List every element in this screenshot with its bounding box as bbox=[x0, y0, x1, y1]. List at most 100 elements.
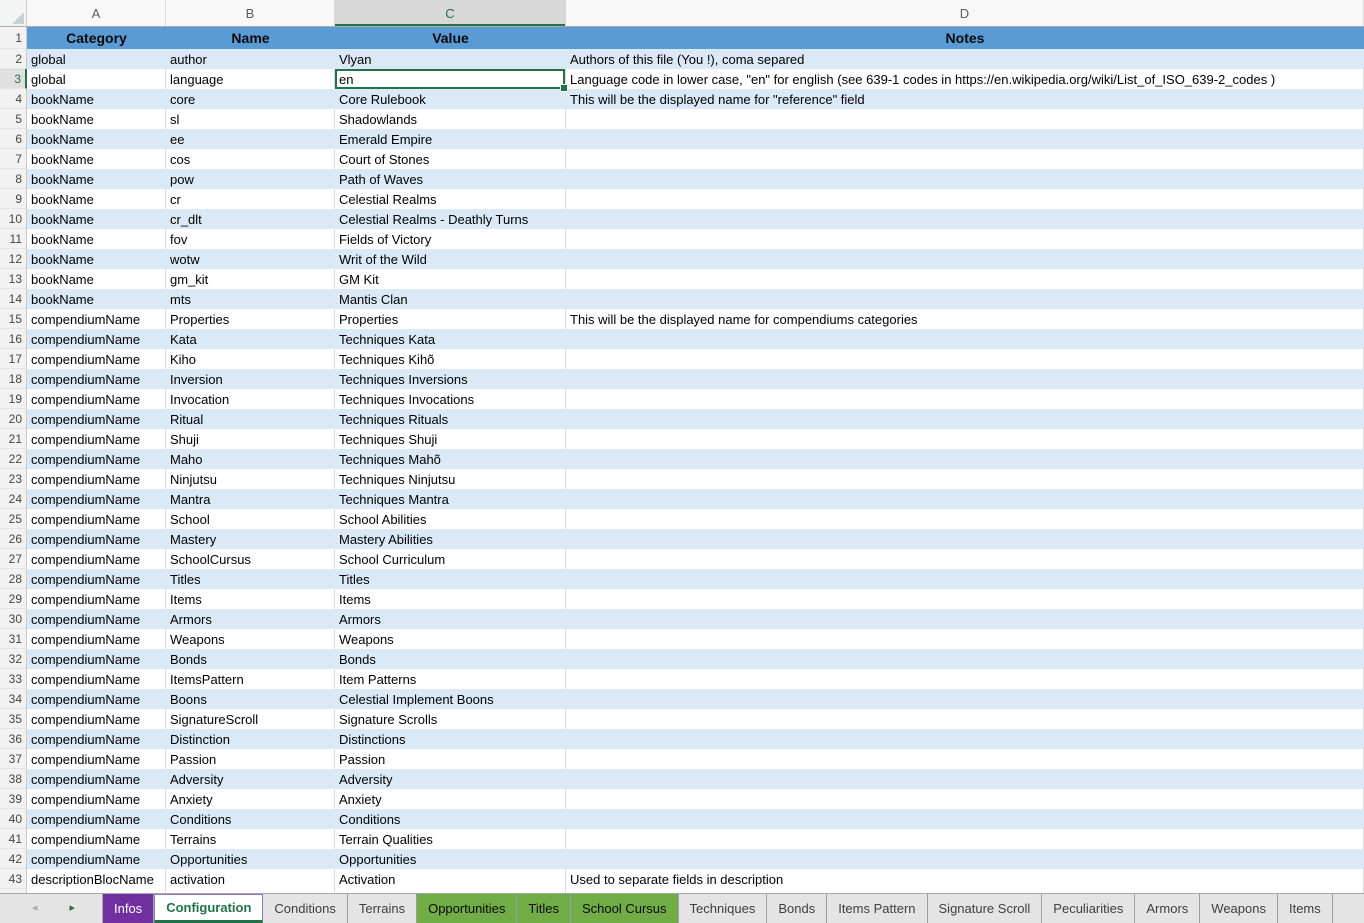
cell-A3[interactable]: global bbox=[27, 69, 166, 89]
cell-A9[interactable]: bookName bbox=[27, 189, 166, 209]
row-header-19[interactable]: 19 bbox=[0, 389, 27, 409]
row-header-12[interactable]: 12 bbox=[0, 249, 27, 269]
cell-B22[interactable]: Maho bbox=[166, 449, 335, 469]
cell-D27[interactable] bbox=[566, 549, 1364, 569]
cell-A7[interactable]: bookName bbox=[27, 149, 166, 169]
cell-D9[interactable] bbox=[566, 189, 1364, 209]
cell-B2[interactable]: author bbox=[166, 49, 335, 69]
row-header-10[interactable]: 10 bbox=[0, 209, 27, 229]
cell-A15[interactable]: compendiumName bbox=[27, 309, 166, 329]
cell-B16[interactable]: Kata bbox=[166, 329, 335, 349]
row-header-24[interactable]: 24 bbox=[0, 489, 27, 509]
cell-A16[interactable]: compendiumName bbox=[27, 329, 166, 349]
cell-D35[interactable] bbox=[566, 709, 1364, 729]
row-header-18[interactable]: 18 bbox=[0, 369, 27, 389]
cell-A37[interactable]: compendiumName bbox=[27, 749, 166, 769]
row-header-20[interactable]: 20 bbox=[0, 409, 27, 429]
row-header-15[interactable]: 15 bbox=[0, 309, 27, 329]
cell-D22[interactable] bbox=[566, 449, 1364, 469]
row-header-38[interactable]: 38 bbox=[0, 769, 27, 789]
cell-B28[interactable]: Titles bbox=[166, 569, 335, 589]
cell-D36[interactable] bbox=[566, 729, 1364, 749]
cell-A30[interactable]: compendiumName bbox=[27, 609, 166, 629]
cell-D7[interactable] bbox=[566, 149, 1364, 169]
cell-D37[interactable] bbox=[566, 749, 1364, 769]
cell-B1[interactable]: Name bbox=[166, 27, 335, 49]
cell-C35[interactable]: Signature Scrolls bbox=[335, 709, 566, 729]
sheet-tab-bonds[interactable]: Bonds bbox=[767, 894, 827, 923]
cell-C32[interactable]: Bonds bbox=[335, 649, 566, 669]
cell-C14[interactable]: Mantis Clan bbox=[335, 289, 566, 309]
cell-C18[interactable]: Techniques Inversions bbox=[335, 369, 566, 389]
cell-A28[interactable]: compendiumName bbox=[27, 569, 166, 589]
cell-A26[interactable]: compendiumName bbox=[27, 529, 166, 549]
row-header-31[interactable]: 31 bbox=[0, 629, 27, 649]
cell-C13[interactable]: GM Kit bbox=[335, 269, 566, 289]
cell-D10[interactable] bbox=[566, 209, 1364, 229]
cell-D26[interactable] bbox=[566, 529, 1364, 549]
cell-B40[interactable]: Conditions bbox=[166, 809, 335, 829]
cell-B31[interactable]: Weapons bbox=[166, 629, 335, 649]
cell-C23[interactable]: Techniques Ninjutsu bbox=[335, 469, 566, 489]
cell-D15[interactable]: This will be the displayed name for comp… bbox=[566, 309, 1364, 329]
cell-B5[interactable]: sl bbox=[166, 109, 335, 129]
cell-C9[interactable]: Celestial Realms bbox=[335, 189, 566, 209]
row-header-29[interactable]: 29 bbox=[0, 589, 27, 609]
cell-A21[interactable]: compendiumName bbox=[27, 429, 166, 449]
cell-C21[interactable]: Techniques Shuji bbox=[335, 429, 566, 449]
select-all-corner[interactable] bbox=[0, 0, 27, 26]
cell-A17[interactable]: compendiumName bbox=[27, 349, 166, 369]
cell-C[interactable] bbox=[335, 889, 566, 893]
cell-A4[interactable]: bookName bbox=[27, 89, 166, 109]
cell-A32[interactable]: compendiumName bbox=[27, 649, 166, 669]
row-header-39[interactable]: 39 bbox=[0, 789, 27, 809]
cell-B27[interactable]: SchoolCursus bbox=[166, 549, 335, 569]
row-header-16[interactable]: 16 bbox=[0, 329, 27, 349]
cell-D28[interactable] bbox=[566, 569, 1364, 589]
cell-C31[interactable]: Weapons bbox=[335, 629, 566, 649]
cell-C34[interactable]: Celestial Implement Boons bbox=[335, 689, 566, 709]
cell-C20[interactable]: Techniques Rituals bbox=[335, 409, 566, 429]
row-header-40[interactable]: 40 bbox=[0, 809, 27, 829]
cell-C19[interactable]: Techniques Invocations bbox=[335, 389, 566, 409]
cell-A40[interactable]: compendiumName bbox=[27, 809, 166, 829]
sheet-tab-configuration[interactable]: Configuration bbox=[154, 894, 263, 923]
cell-A10[interactable]: bookName bbox=[27, 209, 166, 229]
cell-D41[interactable] bbox=[566, 829, 1364, 849]
row-header-7[interactable]: 7 bbox=[0, 149, 27, 169]
tabs-scroll-right-icon[interactable]: ▸ bbox=[70, 903, 76, 914]
cell-A25[interactable]: compendiumName bbox=[27, 509, 166, 529]
cell-A23[interactable]: compendiumName bbox=[27, 469, 166, 489]
row-header-36[interactable]: 36 bbox=[0, 729, 27, 749]
cell-A31[interactable]: compendiumName bbox=[27, 629, 166, 649]
cell-D30[interactable] bbox=[566, 609, 1364, 629]
sheet-tab-signature-scroll[interactable]: Signature Scroll bbox=[928, 894, 1043, 923]
cell-C40[interactable]: Conditions bbox=[335, 809, 566, 829]
cell-B8[interactable]: pow bbox=[166, 169, 335, 189]
cell-C25[interactable]: School Abilities bbox=[335, 509, 566, 529]
column-header-c[interactable]: C bbox=[335, 0, 566, 26]
cell-C7[interactable]: Court of Stones bbox=[335, 149, 566, 169]
cell-C22[interactable]: Techniques Mahõ bbox=[335, 449, 566, 469]
cell-C1[interactable]: Value bbox=[335, 27, 566, 49]
row-header-21[interactable]: 21 bbox=[0, 429, 27, 449]
cell-C16[interactable]: Techniques Kata bbox=[335, 329, 566, 349]
cell-D17[interactable] bbox=[566, 349, 1364, 369]
row-header-27[interactable]: 27 bbox=[0, 549, 27, 569]
row-header-25[interactable]: 25 bbox=[0, 509, 27, 529]
cell-D32[interactable] bbox=[566, 649, 1364, 669]
cell-D40[interactable] bbox=[566, 809, 1364, 829]
cell-C26[interactable]: Mastery Abilities bbox=[335, 529, 566, 549]
cell-A33[interactable]: compendiumName bbox=[27, 669, 166, 689]
row-header-17[interactable]: 17 bbox=[0, 349, 27, 369]
cell-C17[interactable]: Techniques Kihõ bbox=[335, 349, 566, 369]
cell-A35[interactable]: compendiumName bbox=[27, 709, 166, 729]
cell-C5[interactable]: Shadowlands bbox=[335, 109, 566, 129]
cell-A8[interactable]: bookName bbox=[27, 169, 166, 189]
row-header-8[interactable]: 8 bbox=[0, 169, 27, 189]
cell-D20[interactable] bbox=[566, 409, 1364, 429]
column-header-a[interactable]: A bbox=[27, 0, 166, 26]
row-header-41[interactable]: 41 bbox=[0, 829, 27, 849]
row-header-9[interactable]: 9 bbox=[0, 189, 27, 209]
cell-B24[interactable]: Mantra bbox=[166, 489, 335, 509]
